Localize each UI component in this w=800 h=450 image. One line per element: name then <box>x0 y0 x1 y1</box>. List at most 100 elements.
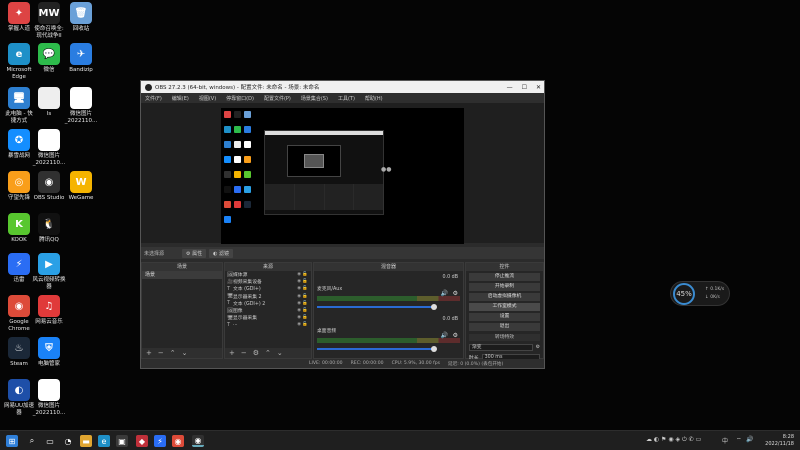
source-settings-icon[interactable]: ⚙ <box>253 349 259 357</box>
desk-qq[interactable]: 🐧 腾讯QQ <box>32 213 66 244</box>
menu-item[interactable]: 文件(F) <box>145 95 162 102</box>
maximize-button[interactable]: ☐ <box>522 84 527 91</box>
mixer-header: 混音器 <box>314 263 463 271</box>
lock-icon[interactable]: 🔓 <box>302 322 308 327</box>
task-view-icon[interactable]: ▭ <box>44 435 56 447</box>
lock-icon[interactable]: 🔓 <box>302 272 308 277</box>
file-explorer-icon[interactable]: ▬ <box>80 435 92 447</box>
remove-scene-button[interactable]: − <box>158 349 164 357</box>
language-icon[interactable]: 中 <box>722 436 728 445</box>
tray-icons[interactable]: ☁ ◐ ⚑ ◉ ◈ ⏻ ✆ ▭ <box>646 436 701 444</box>
lock-icon[interactable]: 🔓 <box>302 308 308 313</box>
eye-icon[interactable]: ◉ <box>297 286 301 291</box>
gear-icon[interactable]: ⚙ <box>453 332 458 339</box>
wifi-icon[interactable]: ⌔ <box>736 436 742 444</box>
menu-item[interactable]: 编辑(E) <box>172 95 189 102</box>
filters-button[interactable]: ◐ 滤镜 <box>209 248 234 258</box>
thunder-icon[interactable]: ⚡ <box>154 435 166 447</box>
gear-icon[interactable]: ⚙ <box>453 290 458 297</box>
eye-icon[interactable]: ◉ <box>297 308 301 313</box>
lock-icon[interactable]: 🔓 <box>302 301 308 306</box>
eye-icon[interactable]: ◉ <box>297 301 301 306</box>
desk-image-3[interactable]: 微信图片 _2022110... <box>32 379 66 416</box>
add-source-button[interactable]: + <box>229 349 235 357</box>
menu-item[interactable]: 停靠窗口(D) <box>226 95 254 102</box>
desk-wegame[interactable]: W WeGame <box>64 171 98 202</box>
source-item[interactable]: 🖼 媒体源 ◉ 🔓 <box>225 271 311 279</box>
properties-button[interactable]: ⚙ 属性 <box>182 248 207 258</box>
settings-button[interactable]: 设置 <box>469 313 540 321</box>
move-down-icon[interactable]: ⌄ <box>182 349 188 357</box>
source-item[interactable]: 🎥 视频采集设备 ◉ 🔓 <box>225 278 311 286</box>
desk-bandizip[interactable]: ✈ Bandizip <box>64 43 98 74</box>
obs-taskbar-icon[interactable]: ◉ <box>192 435 204 447</box>
store-icon[interactable]: ▣ <box>116 435 128 447</box>
obs-titlebar[interactable]: OBS 27.2.3 (64-bit, windows) - 配置文件: 未命名… <box>141 81 544 93</box>
volume-icon[interactable]: 🔊 <box>746 436 753 443</box>
desk-recycle-bin[interactable]: 🗑 回收站 <box>64 2 98 33</box>
desk-converter[interactable]: ▶ 风云视频转换器 <box>32 253 66 290</box>
lock-icon[interactable]: 🔓 <box>302 294 308 299</box>
desk-this-pc[interactable]: 🖥 此电脑 - 快 捷方式 <box>2 87 36 124</box>
desk-netease-music[interactable]: ♫ 网易云音乐 <box>32 295 66 326</box>
add-scene-button[interactable]: + <box>146 349 152 357</box>
start-icon[interactable]: ⊞ <box>6 435 18 447</box>
desk-image-2[interactable]: 微信图片 _2022110... <box>32 129 66 166</box>
scene-item[interactable]: 场景 <box>142 271 222 279</box>
transition-select[interactable]: 渐变 <box>469 343 533 351</box>
desk-file-ls[interactable]: ls <box>32 87 66 118</box>
chrome-icon[interactable]: ◉ <box>172 435 184 447</box>
volume-slider[interactable] <box>317 304 437 310</box>
lock-icon[interactable]: 🔓 <box>302 286 308 291</box>
remove-source-button[interactable]: − <box>241 349 247 357</box>
desk-image-1[interactable]: 微信图片 _2022110... <box>64 87 98 124</box>
speaker-icon[interactable]: 🔊 <box>441 332 448 339</box>
move-up-icon[interactable]: ⌃ <box>265 349 271 357</box>
preview-canvas[interactable]: ●● <box>221 108 464 244</box>
exit-button[interactable]: 退出 <box>469 323 540 331</box>
move-up-icon[interactable]: ⌃ <box>170 349 176 357</box>
edge-icon[interactable]: e <box>98 435 110 447</box>
eye-icon[interactable]: ◉ <box>297 272 301 277</box>
clock[interactable]: 8:28 2022/11/18 <box>765 434 794 448</box>
eye-icon[interactable]: ◉ <box>297 315 301 320</box>
desk-wechat[interactable]: 💬 微信 <box>32 43 66 74</box>
virtual-camera-button[interactable]: 启动虚拟摄像机 <box>469 293 540 301</box>
menu-item[interactable]: 视图(V) <box>199 95 216 102</box>
eye-icon[interactable]: ◉ <box>297 294 301 299</box>
eye-icon[interactable]: ◉ <box>297 322 301 327</box>
taskbar-app-icon[interactable]: ◆ <box>136 435 148 447</box>
source-item[interactable]: 🖼 图像 ◉ 🔓 <box>225 307 311 315</box>
studio-mode-button[interactable]: 工作室模式 <box>469 303 540 311</box>
desk-pc-manager[interactable]: ⛨ 电脑管家 <box>32 337 66 368</box>
desk-app-2[interactable]: MW 使命召唤全: 现代战争II <box>32 2 66 39</box>
menu-item[interactable]: 工具(T) <box>338 95 355 102</box>
source-item[interactable]: T... ◉ 🔓 <box>225 321 311 328</box>
source-item[interactable]: T 文本 (GDI+) 2 ◉ 🔓 <box>225 300 311 307</box>
menu-item[interactable]: 场景集合(S) <box>301 95 328 102</box>
minimize-button[interactable]: — <box>507 84 513 91</box>
eye-icon[interactable]: ◉ <box>297 279 301 284</box>
desk-edge[interactable]: e Microsoft Edge <box>2 43 36 80</box>
source-item[interactable]: 🖥 显示器采集 ◉ 🔓 <box>225 314 311 322</box>
desk-overwatch-icon: ◎ <box>8 171 30 193</box>
volume-slider[interactable] <box>317 346 437 352</box>
menu-item[interactable]: 配置文件(P) <box>264 95 291 102</box>
move-down-icon[interactable]: ⌄ <box>277 349 283 357</box>
start-recording-button[interactable]: 开始录制 <box>469 283 540 291</box>
source-item[interactable]: 🖥 显示器采集 2 ◉ 🔓 <box>225 293 311 300</box>
lock-icon[interactable]: 🔓 <box>302 315 308 320</box>
menu-item[interactable]: 帮助(H) <box>365 95 383 102</box>
network-widget[interactable]: 45% ↑ 0.1K/s ↓ 0K/s <box>670 281 730 306</box>
search-icon[interactable]: ⌕ <box>26 435 38 447</box>
stop-streaming-button[interactable]: 停止推流 <box>469 273 540 281</box>
desk-chrome[interactable]: ◉ Google Chrome <box>2 295 36 332</box>
close-button[interactable]: ✕ <box>536 84 541 91</box>
lock-icon[interactable]: 🔓 <box>302 279 308 284</box>
chat-icon[interactable]: ◔ <box>62 435 74 447</box>
download-speed: ↓ 0K/s <box>705 295 720 300</box>
source-item[interactable]: T 文本 (GDI+) ◉ 🔓 <box>225 285 311 293</box>
speaker-icon[interactable]: 🔊 <box>441 290 448 297</box>
transition-settings-icon[interactable]: ⚙ <box>536 345 540 350</box>
desk-obs[interactable]: ◉ OBS Studio <box>32 171 66 202</box>
